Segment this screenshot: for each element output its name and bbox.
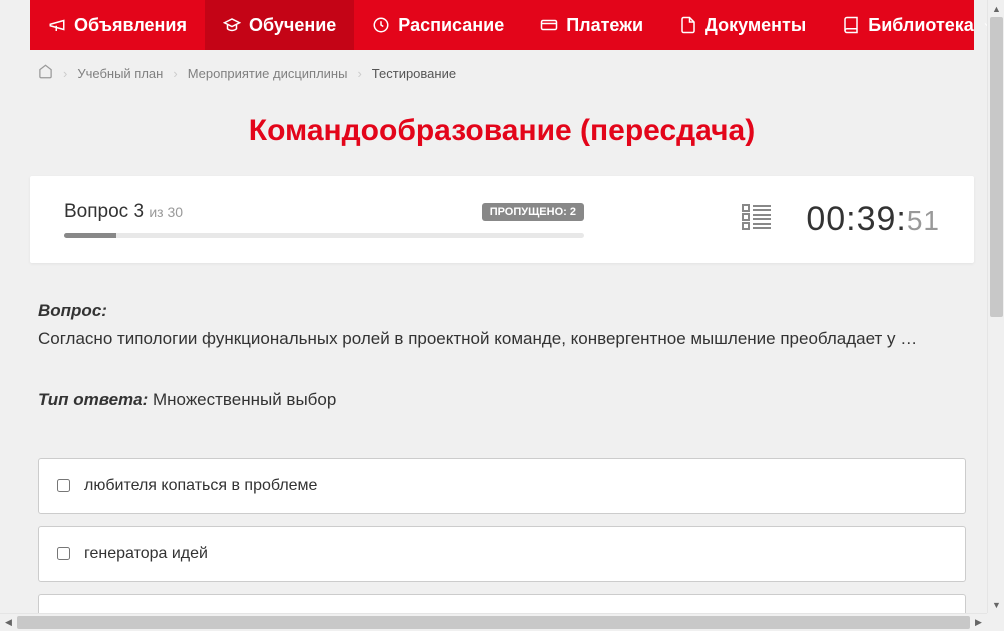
chevron-right-icon: › [173, 66, 177, 81]
breadcrumb-current: Тестирование [372, 66, 456, 81]
answer-option[interactable]: любителя копаться в проблеме [38, 458, 966, 514]
nav-payments[interactable]: Платежи [522, 0, 661, 50]
scroll-left-icon[interactable]: ◀ [0, 614, 17, 631]
nav-announcements[interactable]: Объявления [30, 0, 205, 50]
nav-documents[interactable]: Документы [661, 0, 824, 50]
answer-text: генератора идей [84, 545, 208, 563]
answer-options: любителя копаться в проблеме генератора … [38, 458, 966, 615]
question-list-icon[interactable] [742, 203, 772, 236]
vertical-scrollbar[interactable]: ▲ ▼ [987, 0, 1004, 613]
breadcrumb-link-2[interactable]: Мероприятие дисциплины [188, 66, 348, 81]
horizontal-scrollbar[interactable]: ◀ ▶ [0, 613, 987, 630]
answer-checkbox[interactable] [57, 547, 70, 560]
nav-label: Библиотека [868, 15, 974, 36]
nav-label: Обучение [249, 15, 336, 36]
nav-schedule[interactable]: Расписание [354, 0, 522, 50]
scroll-thumb[interactable] [17, 616, 970, 629]
book-icon [842, 16, 860, 34]
skipped-badge: ПРОПУЩЕНО: 2 [482, 203, 584, 221]
card-icon [540, 16, 558, 34]
nav-label: Платежи [566, 15, 643, 36]
question-text: Согласно типологии функциональных ролей … [38, 327, 966, 352]
scroll-up-icon[interactable]: ▲ [988, 0, 1004, 17]
file-icon [679, 16, 697, 34]
top-nav: Объявления Обучение Расписание Платежи Д… [30, 0, 974, 50]
timer: 00:39:51 [806, 200, 940, 239]
status-card: Вопрос 3 из 30 ПРОПУЩЕНО: 2 [30, 176, 974, 263]
answer-option[interactable]: критика-скептика [38, 594, 966, 615]
gradcap-icon [223, 16, 241, 34]
scroll-right-icon[interactable]: ▶ [970, 614, 987, 631]
nav-education[interactable]: Обучение [205, 0, 354, 50]
nav-label: Расписание [398, 15, 504, 36]
scroll-thumb[interactable] [990, 17, 1003, 317]
progress-fill [64, 233, 116, 238]
answer-option[interactable]: генератора идей [38, 526, 966, 582]
home-icon[interactable] [38, 64, 53, 82]
megaphone-icon [48, 16, 66, 34]
answer-text: любителя копаться в проблеме [84, 477, 317, 495]
nav-label: Объявления [74, 15, 187, 36]
answer-checkbox[interactable] [57, 479, 70, 492]
progress-bar [64, 233, 584, 238]
answer-type: Множественный выбор [153, 390, 336, 409]
answer-type-label: Тип ответа: [38, 390, 148, 409]
question-label: Вопрос: [38, 301, 107, 320]
scroll-down-icon[interactable]: ▼ [988, 596, 1004, 613]
nav-library[interactable]: Библиотека [824, 0, 1004, 50]
chevron-right-icon: › [357, 66, 361, 81]
chevron-right-icon: › [63, 66, 67, 81]
breadcrumb-link-1[interactable]: Учебный план [77, 66, 163, 81]
clock-icon [372, 16, 390, 34]
nav-label: Документы [705, 15, 806, 36]
breadcrumb: › Учебный план › Мероприятие дисциплины … [30, 50, 974, 96]
page-title: Командообразование (пересдача) [30, 96, 974, 176]
question-counter: Вопрос 3 из 30 [64, 201, 183, 223]
